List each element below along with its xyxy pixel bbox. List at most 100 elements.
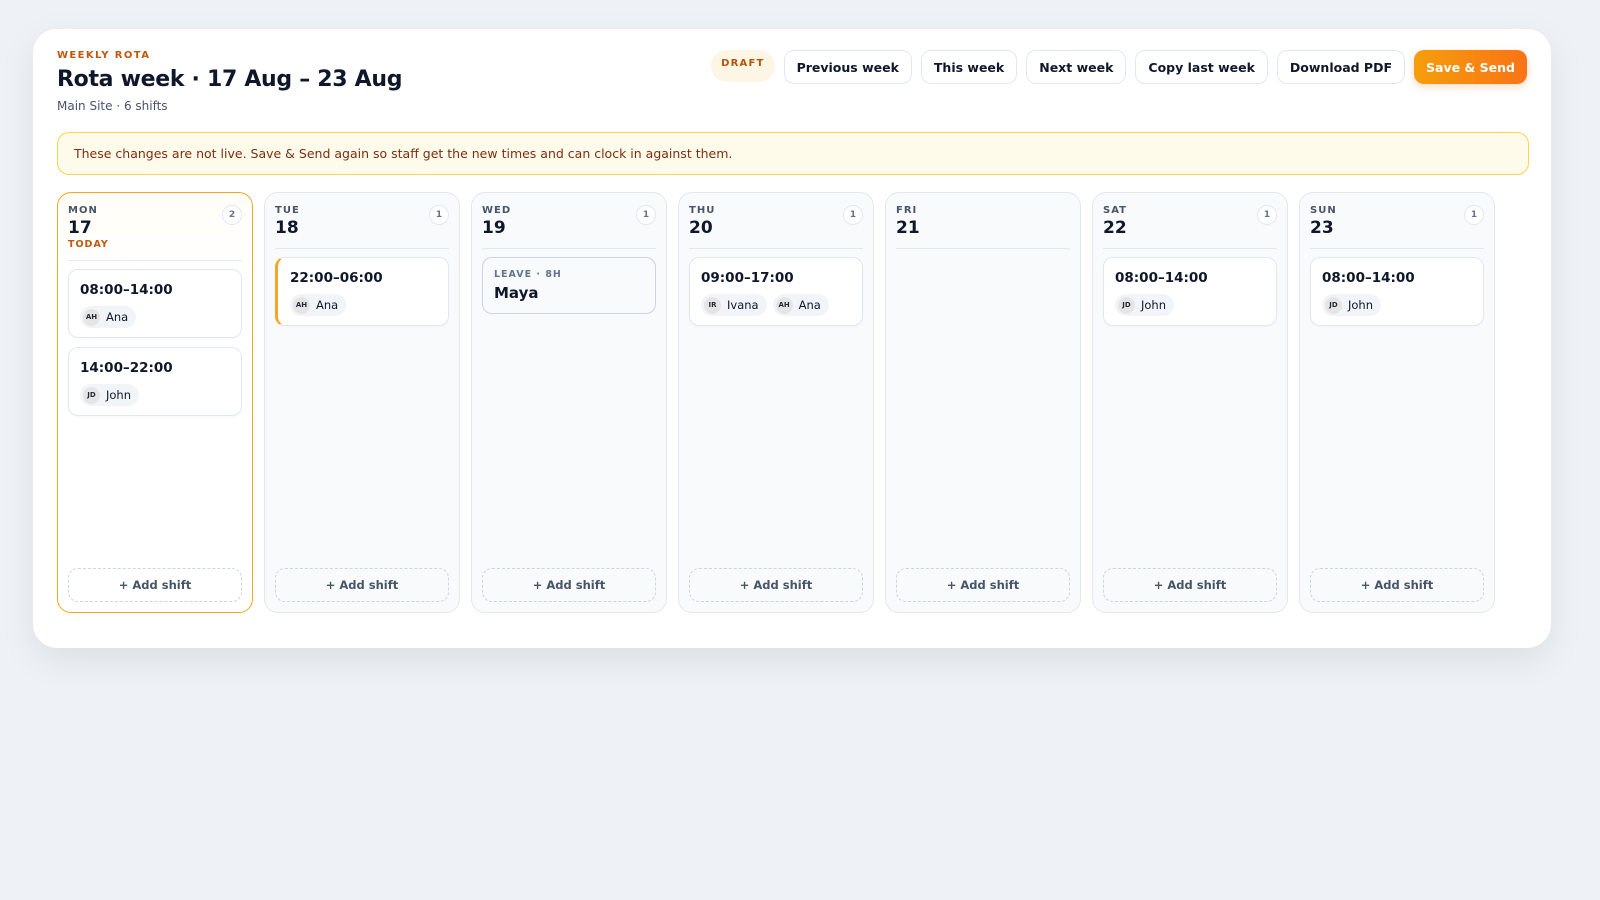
shift-card[interactable]: 22:00–06:00 AH Ana — [275, 257, 449, 326]
staff-name: Ana — [316, 298, 339, 312]
shift-list: 08:00–14:00 AH Ana 14:00–22:00 JD John — [68, 269, 242, 416]
leave-label: LEAVE · 8H — [494, 269, 562, 280]
day-header: WED 19 — [482, 205, 656, 249]
shift-time: 08:00–14:00 — [1115, 270, 1208, 286]
day-header: TUE 18 — [275, 205, 449, 249]
add-shift-button[interactable]: + Add shift — [68, 568, 242, 602]
shift-count-badge: 1 — [636, 205, 656, 225]
day-of-week: SAT — [1103, 205, 1127, 216]
download-pdf-button[interactable]: Download PDF — [1276, 50, 1405, 84]
staff-name: Ana — [798, 298, 821, 312]
day-date: 20 — [689, 218, 713, 238]
shift-time: 22:00–06:00 — [290, 270, 383, 286]
staff-chip[interactable]: JD John — [1115, 294, 1175, 316]
shift-time: 08:00–14:00 — [1322, 270, 1415, 286]
day-date: 23 — [1310, 218, 1334, 238]
staff-chip[interactable]: AH Ana — [290, 294, 347, 316]
leave-staff-name: Maya — [494, 284, 539, 302]
day-of-week: THU — [689, 205, 716, 216]
shift-list: 09:00–17:00 IR Ivana AH Ana — [689, 257, 863, 326]
day-date: 17 — [68, 218, 92, 238]
shift-card[interactable]: 14:00–22:00 JD John — [68, 347, 242, 416]
day-column-thu: THU 20 1 09:00–17:00 IR Ivana AH Ana + Add shift — [678, 192, 874, 613]
staff-chip[interactable]: AH Ana — [772, 294, 829, 316]
header-actions: DRAFT Previous week This week Next week … — [711, 50, 1527, 84]
staff-name: Ivana — [727, 298, 759, 312]
day-column-mon: MON 17 TODAY 2 08:00–14:00 AH Ana 14:00–22:00 JD… — [57, 192, 253, 613]
day-column-sun: SUN 23 1 08:00–14:00 JD John + Add shift — [1299, 192, 1495, 613]
add-shift-button[interactable]: + Add shift — [275, 568, 449, 602]
previous-week-button[interactable]: Previous week — [783, 50, 912, 84]
add-shift-button[interactable]: + Add shift — [482, 568, 656, 602]
avatar: AH — [83, 308, 100, 326]
copy-last-week-button[interactable]: Copy last week — [1135, 50, 1268, 84]
assigned-staff: AH Ana — [80, 306, 230, 328]
staff-chip[interactable]: JD John — [80, 384, 140, 406]
add-shift-button[interactable]: + Add shift — [1310, 568, 1484, 602]
assigned-staff: AH Ana — [290, 294, 437, 316]
day-column-tue: TUE 18 1 22:00–06:00 AH Ana + Add shift — [264, 192, 460, 613]
leave-card[interactable]: LEAVE · 8H Maya — [482, 257, 656, 314]
staff-chip[interactable]: IR Ivana — [701, 294, 767, 316]
assigned-staff: IR Ivana AH Ana — [701, 294, 851, 316]
shift-count-badge: 1 — [429, 205, 449, 225]
staff-chip[interactable]: AH Ana — [80, 306, 137, 328]
next-week-button[interactable]: Next week — [1026, 50, 1127, 84]
shift-list: 22:00–06:00 AH Ana — [275, 257, 449, 326]
draft-status-badge: DRAFT — [711, 50, 775, 82]
avatar: JD — [1118, 296, 1135, 314]
rota-card: WEEKLY ROTA Rota week · 17 Aug – 23 Aug … — [33, 29, 1551, 648]
avatar: IR — [704, 296, 721, 314]
assigned-staff: JD John — [80, 384, 230, 406]
add-shift-button[interactable]: + Add shift — [689, 568, 863, 602]
staff-name: Ana — [106, 310, 129, 324]
staff-name: John — [106, 388, 132, 402]
today-label: TODAY — [68, 239, 109, 250]
day-header: SAT 22 — [1103, 205, 1277, 249]
shift-count-badge: 1 — [1257, 205, 1277, 225]
this-week-button[interactable]: This week — [920, 50, 1018, 84]
staff-name: John — [1348, 298, 1374, 312]
assigned-staff: JD John — [1115, 294, 1265, 316]
day-column-wed: WED 19 1 LEAVE · 8H Maya + Add shift — [471, 192, 667, 613]
avatar: AH — [775, 296, 793, 314]
day-column-sat: SAT 22 1 08:00–14:00 JD John + Add shift — [1092, 192, 1288, 613]
save-send-button[interactable]: Save & Send — [1414, 50, 1527, 84]
shift-card[interactable]: 09:00–17:00 IR Ivana AH Ana — [689, 257, 863, 326]
add-shift-button[interactable]: + Add shift — [896, 568, 1070, 602]
day-of-week: WED — [482, 205, 512, 216]
day-date: 19 — [482, 218, 506, 238]
day-column-fri: FRI 21 + Add shift — [885, 192, 1081, 613]
shift-card[interactable]: 08:00–14:00 JD John — [1103, 257, 1277, 326]
shift-time: 14:00–22:00 — [80, 360, 173, 376]
day-date: 22 — [1103, 218, 1127, 238]
shift-time: 09:00–17:00 — [701, 270, 794, 286]
day-header: MON 17 TODAY — [68, 205, 242, 261]
assigned-staff: JD John — [1322, 294, 1472, 316]
shift-list: 08:00–14:00 JD John — [1310, 257, 1484, 326]
day-date: 18 — [275, 218, 299, 238]
day-of-week: FRI — [896, 205, 918, 216]
avatar: AH — [293, 296, 310, 314]
shift-card[interactable]: 08:00–14:00 AH Ana — [68, 269, 242, 338]
shift-count-badge: 1 — [843, 205, 863, 225]
day-of-week: TUE — [275, 205, 300, 216]
staff-chip[interactable]: JD John — [1322, 294, 1382, 316]
shift-card[interactable]: 08:00–14:00 JD John — [1310, 257, 1484, 326]
week-columns: MON 17 TODAY 2 08:00–14:00 AH Ana 14:00–22:00 JD… — [57, 192, 1495, 613]
shift-count-badge: 1 — [1464, 205, 1484, 225]
shift-time: 08:00–14:00 — [80, 282, 173, 298]
day-header: SUN 23 — [1310, 205, 1484, 249]
unsaved-changes-notice: These changes are not live. Save & Send … — [57, 132, 1529, 175]
page-subtitle: Main Site · 6 shifts — [57, 99, 168, 113]
day-of-week: MON — [68, 205, 98, 216]
add-shift-button[interactable]: + Add shift — [1103, 568, 1277, 602]
avatar: JD — [1325, 296, 1342, 314]
day-header: THU 20 — [689, 205, 863, 249]
avatar: JD — [83, 386, 100, 404]
shift-list: 08:00–14:00 JD John — [1103, 257, 1277, 326]
day-header: FRI 21 — [896, 205, 1070, 249]
shift-count-badge: 2 — [222, 205, 242, 225]
day-date: 21 — [896, 218, 920, 238]
staff-name: John — [1141, 298, 1167, 312]
